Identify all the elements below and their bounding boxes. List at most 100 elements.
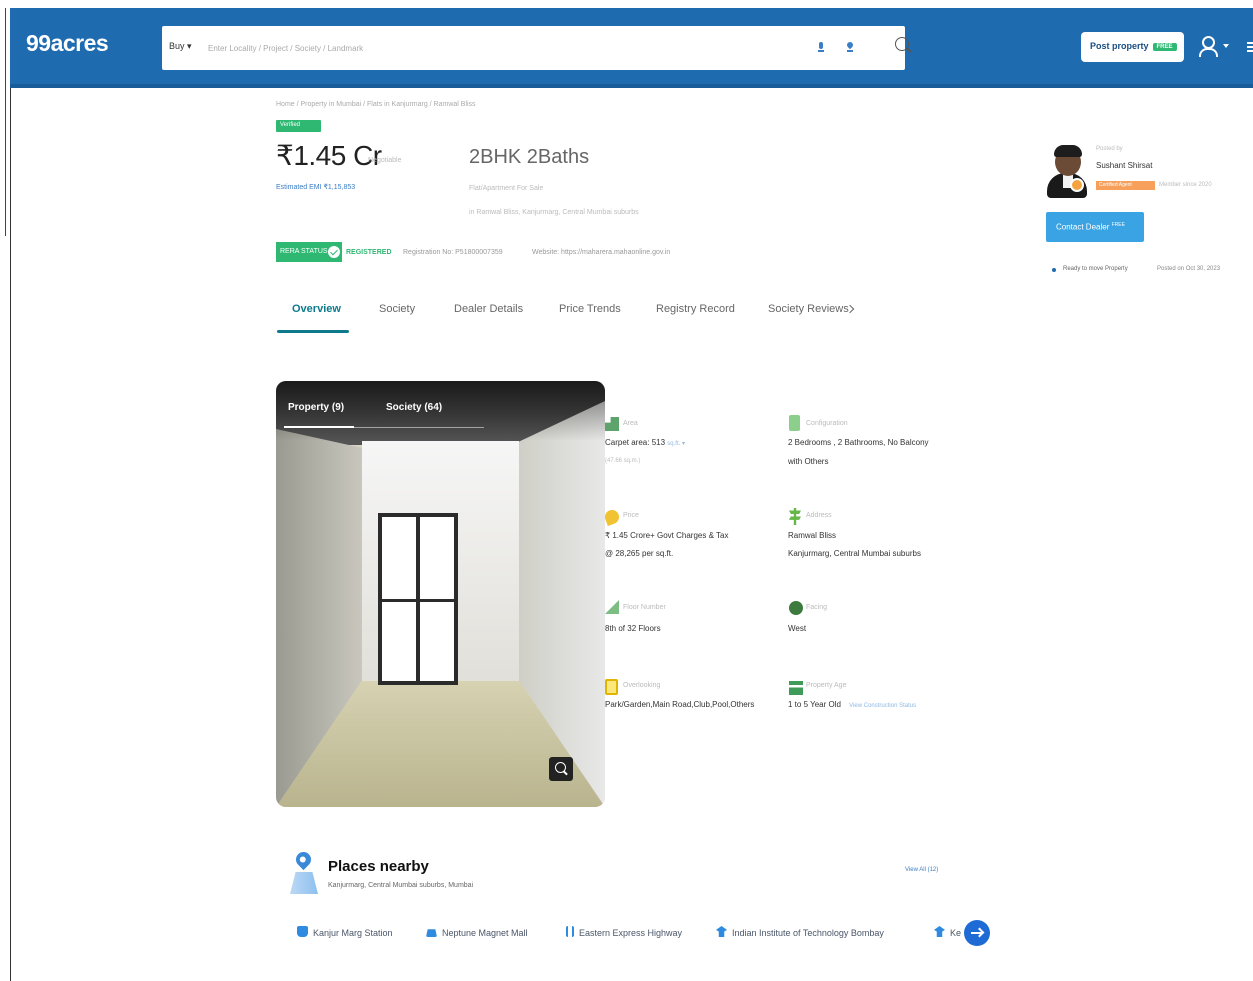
free-badge: FREE [1111,222,1125,228]
buy-dropdown[interactable]: Buy ▾ [169,41,192,52]
price-label: Price [623,512,639,519]
place-chip[interactable]: Kanjur Marg Station [297,926,393,938]
search-bar[interactable]: Buy ▾ [162,26,909,70]
price-per-sqft: @ 28,265 per sq.ft. [605,549,674,558]
place-name: Eastern Express Highway [579,928,683,938]
property-age-value: 1 to 5 Year Old View Construction Status [788,696,916,715]
property-location-text: in Ramwal Bliss, Kanjurmarg, Central Mum… [469,209,639,216]
place-chip[interactable]: Eastern Express Highway [566,926,682,938]
window-image [378,513,458,685]
frame-border [10,88,11,981]
dealer-label: Posted by [1096,146,1123,152]
search-input[interactable] [208,38,768,58]
dealer-since: Member since 2020 [1159,182,1212,188]
rera-website-link[interactable]: Website: https://maharera.mahaonline.gov… [532,249,670,256]
area-sqm: (47.66 sq.m.) [605,458,641,464]
photo-tab-property[interactable]: Property (9) [288,402,344,413]
school-icon [716,926,727,937]
tab-overview[interactable]: Overview [292,303,341,315]
area-text: Carpet area: 513 [605,438,666,447]
overlooking-value: Park/Garden,Main Road,Club,Pool,Others [605,700,755,709]
tab-price-trends[interactable]: Price Trends [559,303,621,315]
site-logo[interactable]: 99acres [26,30,109,57]
area-icon [605,417,619,431]
search-icon[interactable] [895,37,909,51]
floor-label: Floor Number [623,604,666,611]
top-navbar: 99acres Buy ▾ Post propertyFREE [10,8,1253,88]
places-nearby-title: Places nearby [328,858,429,875]
zoom-icon[interactable] [549,757,573,781]
place-name: Indian Institute of Technology Bombay [732,928,884,938]
property-age-label: Property Age [806,682,847,689]
address-locality: Kanjurmarg, Central Mumbai suburbs [788,549,921,558]
rera-registered-text: REGISTERED [346,249,392,256]
place-chip[interactable]: Neptune Magnet Mall [426,926,528,938]
tab-dealer-details[interactable]: Dealer Details [454,303,523,315]
photo-tab-society[interactable]: Society (64) [386,402,442,413]
area-value: Carpet area: 513 sq.ft. ▾ [605,434,685,453]
post-property-button[interactable]: Post property FREE [1081,32,1184,62]
contact-dealer-button[interactable]: Contact Dealer FREE [1046,212,1144,242]
view-all-link[interactable]: View All (12) [905,867,938,873]
arrow-right-icon[interactable] [964,920,990,946]
building-age-icon [789,681,803,695]
facing-value: West [788,624,807,633]
microphone-icon[interactable] [817,42,825,53]
address-icon [789,508,801,525]
place-chip[interactable]: Indian Institute of Technology Bombay [716,926,884,938]
configuration-value-extra: with Others [788,457,829,466]
price-note: Negotiable [368,157,402,164]
breadcrumb[interactable]: Home / Property in Mumbai / Flats in Kan… [276,101,476,108]
tab-society[interactable]: Society [379,303,415,315]
configuration-value: 2 Bedrooms , 2 Bathrooms, No Balcony [788,438,929,447]
school-icon [934,926,945,937]
facing-label: Facing [806,604,828,611]
configuration-icon [789,415,800,431]
area-label: Area [623,420,638,427]
dealer-tag: Certified Agent [1096,181,1155,190]
tab-registry-record[interactable]: Registry Record [656,303,735,315]
property-photo[interactable]: Property (9) Society (64) [276,381,605,807]
train-icon [297,926,308,937]
location-icon[interactable] [846,42,854,53]
construction-status-link[interactable]: View Construction Status [849,703,916,709]
place-chip[interactable]: Ke [934,926,961,938]
map-pin-icon [290,848,318,894]
area-unit-dropdown[interactable]: sq.ft. ▾ [667,441,685,447]
property-configuration-title: 2BHK 2Baths [469,146,590,168]
details-tabs: Overview Society Dealer Details Price Tr… [276,299,876,335]
property-type-text: Flat/Apartment For Sale [469,185,544,192]
dealer-name[interactable]: Sushant Shirsat [1096,161,1152,170]
configuration-label: Configuration [806,420,848,427]
photo-tab-indicator [284,426,354,428]
active-tab-indicator [277,330,349,333]
ready-to-move-text: Ready to move Property [1063,266,1128,272]
tab-society-reviews[interactable]: Society Reviews [768,303,849,315]
verified-badge: Verified [276,120,321,132]
medal-icon [1070,178,1084,192]
address-label: Address [806,512,832,519]
emi-link[interactable]: Estimated EMI ₹1,15,853 [276,183,355,191]
free-badge: FREE [1152,43,1177,51]
floor-value: 8th of 32 Floors [605,624,661,633]
menu-icon[interactable] [1247,42,1253,52]
property-price: ₹1.45 Cr [276,140,382,171]
price-icon [603,508,621,526]
overlooking-icon [605,679,618,695]
place-name: Neptune Magnet Mall [442,928,528,938]
address-name: Ramwal Bliss [788,531,837,540]
ready-icon [1052,268,1056,272]
posted-date: Posted on Oct 30, 2023 [1157,266,1221,272]
compass-icon [789,601,803,615]
property-age-text: 1 to 5 Year Old [788,700,841,709]
chevron-down-icon[interactable] [1223,44,1229,48]
places-nearby-subtitle: Kanjurmarg, Central Mumbai suburbs, Mumb… [328,882,474,889]
price-value: ₹ 1.45 Crore+ Govt Charges & Tax [605,531,729,540]
place-name: Kanjur Marg Station [313,928,393,938]
user-icon[interactable] [1198,36,1218,57]
contact-dealer-label: Contact Dealer [1056,222,1110,232]
frame-border [5,8,6,236]
check-icon [328,246,340,258]
shopping-bag-icon [426,929,437,937]
floor-icon [605,600,619,614]
